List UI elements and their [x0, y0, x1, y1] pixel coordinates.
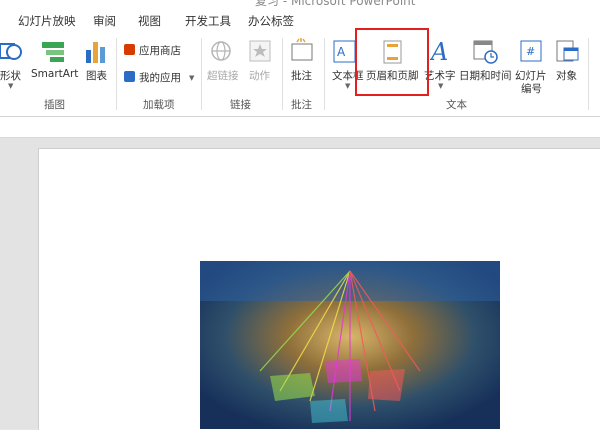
group-separator [282, 38, 283, 110]
ribbon-lower-bar [0, 117, 600, 138]
group-text: 文本 [446, 99, 467, 111]
comment-icon [291, 38, 313, 61]
chevron-down-icon: ▼ [438, 82, 444, 90]
calendar-clock-icon [473, 40, 498, 64]
slide-number-label-2: 编号 [521, 83, 542, 95]
svg-text:A: A [337, 45, 346, 59]
action-label: 动作 [249, 70, 270, 82]
tab-slideshow[interactable]: 幻灯片放映 [18, 13, 76, 29]
smartart-label: SmartArt [31, 68, 79, 80]
chevron-down-icon: ▼ [345, 82, 351, 90]
store-icon [124, 44, 135, 55]
ribbon-tabs: 幻灯片放映 审阅 视图 开发工具 办公标签 [0, 8, 600, 34]
store-label: 应用商店 [139, 45, 181, 57]
tab-office-tabs[interactable]: 办公标签 [248, 13, 294, 29]
globe-link-icon [211, 41, 231, 61]
action-star-icon [249, 40, 271, 62]
shapes-label: 形状 [0, 70, 21, 82]
shapes-icon [0, 43, 22, 60]
group-separator [588, 38, 589, 110]
header-footer-highlight [355, 28, 429, 96]
window-title: 复习 - Microsoft PowerPoint [255, 0, 416, 8]
tab-view[interactable]: 视图 [138, 13, 161, 29]
group-addins: 加载项 [143, 99, 175, 111]
city-network-graphic [200, 261, 500, 429]
group-separator [116, 38, 117, 110]
chart-icon [86, 42, 105, 63]
object-icon [556, 40, 579, 62]
svg-text:A: A [430, 38, 448, 64]
ribbon: 形状 ▼ SmartArt 图表 插图 应用商店 我的应用 ▼ 加载项 超链接 … [0, 34, 600, 117]
chevron-down-icon: ▼ [189, 74, 195, 82]
object-label: 对象 [556, 70, 577, 82]
datetime-label: 日期和时间 [459, 70, 512, 82]
tab-review[interactable]: 审阅 [93, 13, 116, 29]
slide-image[interactable] [200, 261, 500, 429]
comment-label: 批注 [291, 70, 312, 82]
textbox-icon: A [333, 40, 356, 63]
group-separator [324, 38, 325, 110]
group-links: 链接 [230, 99, 251, 111]
my-apps-label: 我的应用 [139, 72, 181, 84]
group-separator [201, 38, 202, 110]
hyperlink-label: 超链接 [207, 70, 239, 82]
group-comments: 批注 [291, 99, 312, 111]
smartart-icon [42, 42, 64, 62]
chevron-down-icon: ▼ [8, 82, 14, 90]
title-bar: 复习 - Microsoft PowerPoint [0, 0, 600, 8]
slide-number-icon: # [520, 40, 542, 62]
svg-text:#: # [526, 45, 535, 58]
wordart-icon: A [430, 38, 448, 64]
apps-icon [124, 71, 135, 82]
chart-label: 图表 [86, 70, 107, 82]
group-illustrations: 插图 [44, 99, 65, 111]
tab-developer[interactable]: 开发工具 [185, 13, 231, 29]
